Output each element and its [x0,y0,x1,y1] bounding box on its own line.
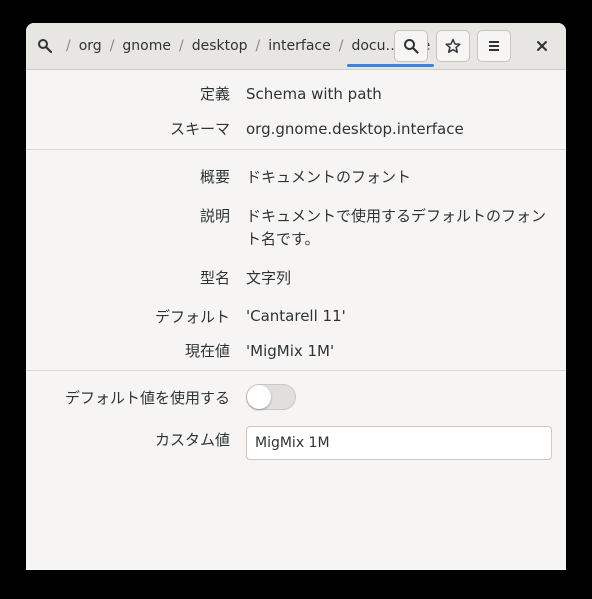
menu-button[interactable] [477,30,511,62]
section-divider [26,149,566,150]
use-default-switch[interactable] [246,384,296,410]
description-value: ドキュメントで使用するデフォルトのフォント名です。 [246,207,547,248]
custom-value-input[interactable] [246,426,552,460]
use-default-label: デフォルト値を使用する [64,389,230,407]
current-value: 'MigMix 1M' [246,342,335,360]
breadcrumb-interface[interactable]: interface [266,38,332,54]
type-label: 型名 [199,269,230,287]
breadcrumb-org[interactable]: org [77,38,104,54]
breadcrumb-separator: / [338,38,344,54]
section-divider [26,370,566,371]
default-label: デフォルト [154,308,230,326]
bookmark-button[interactable] [436,30,470,62]
search-icon [404,39,419,54]
summary-label: 概要 [199,168,230,186]
headerbar: / org / gnome / desktop / interface / do… [26,23,566,70]
custom-value-label: カスタム値 [154,431,230,449]
default-value: 'Cantarell 11' [246,307,346,325]
definition-value: Schema with path [246,85,382,103]
definition-label: 定義 [199,85,230,103]
search-button[interactable] [394,30,428,62]
breadcrumb-gnome[interactable]: gnome [120,38,173,54]
schema-label: スキーマ [169,120,230,138]
hamburger-menu-icon [489,41,499,51]
breadcrumb-separator: / [178,38,184,54]
dconf-editor-window: / org / gnome / desktop / interface / do… [26,23,566,570]
description-label: 説明 [199,207,230,225]
summary-value: ドキュメントのフォント [246,168,412,186]
breadcrumb-separator: / [109,38,115,54]
star-icon [445,38,461,53]
close-icon [537,41,547,51]
type-value: 文字列 [246,269,292,287]
breadcrumb-separator: / [255,38,261,54]
close-button[interactable] [526,30,558,62]
pathbar: / org / gnome / desktop / interface / do… [34,23,435,69]
breadcrumb-separator: / [66,38,71,54]
breadcrumb-desktop[interactable]: desktop [190,38,250,54]
search-settings-icon[interactable] [34,35,56,57]
switch-knob [247,385,271,409]
schema-value: org.gnome.desktop.interface [246,120,464,138]
current-value-label: 現在値 [184,342,230,360]
